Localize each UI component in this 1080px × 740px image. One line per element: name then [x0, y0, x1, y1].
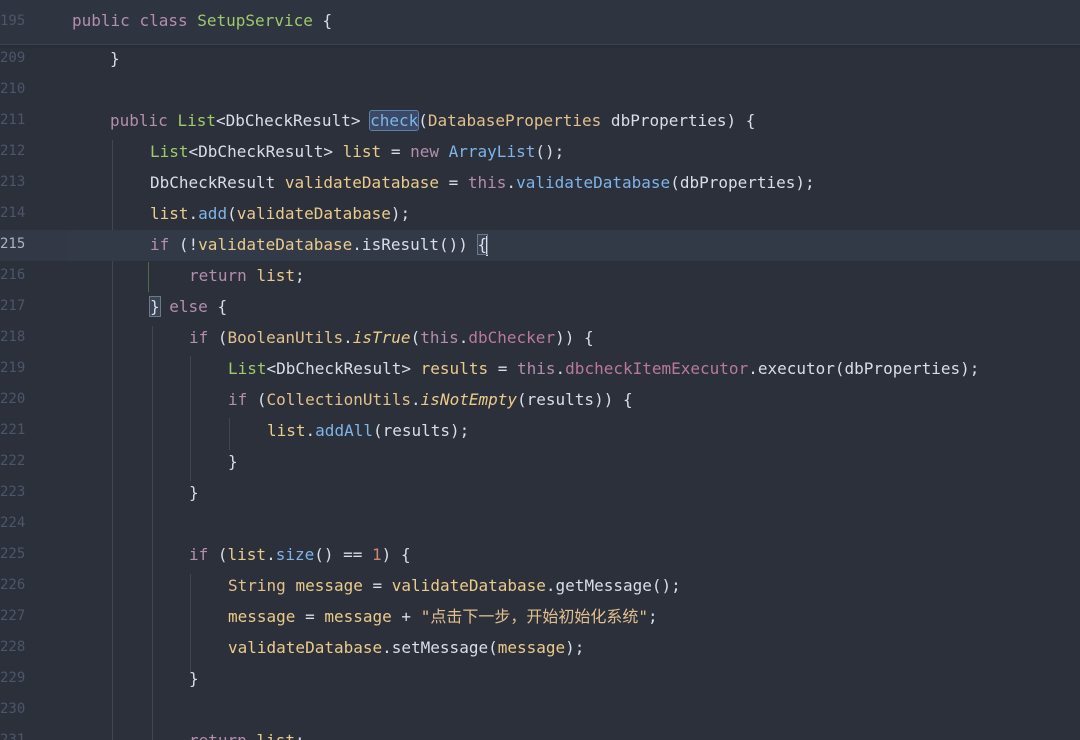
line-number: 227: [0, 608, 26, 624]
line-number: 215: [0, 236, 26, 252]
code-line: public class SetupService {: [72, 11, 333, 30]
line-number: 218: [0, 329, 26, 345]
code-line[interactable]: 226 String message = validateDatabase.ge…: [0, 571, 1080, 602]
code-line[interactable]: 230: [0, 695, 1080, 726]
text-cursor: [486, 235, 489, 256]
code-text: }: [110, 49, 120, 68]
line-number: 221: [0, 422, 26, 438]
line-number: 220: [0, 391, 26, 407]
code-line[interactable]: 221 list.addAll(results);: [0, 416, 1080, 447]
line-number: 225: [0, 546, 26, 562]
code-text: if (!validateDatabase.isResult()) {: [150, 234, 489, 256]
code-text: }: [189, 483, 199, 502]
line-number: 212: [0, 143, 26, 159]
code-text: list.addAll(results);: [267, 421, 470, 440]
line-number: 211: [0, 112, 26, 128]
code-line[interactable]: 210: [0, 75, 1080, 106]
code-text: public List<DbCheckResult> check(Databas…: [110, 110, 756, 131]
code-text: DbCheckResult validateDatabase = this.va…: [150, 173, 815, 192]
code-line[interactable]: 218 if (BooleanUtils.isTrue(this.dbCheck…: [0, 323, 1080, 354]
code-line[interactable]: 211 public List<DbCheckResult> check(Dat…: [0, 106, 1080, 137]
code-text: List<DbCheckResult> results = this.dbche…: [228, 359, 980, 378]
line-number: 214: [0, 205, 26, 221]
line-number: 216: [0, 267, 26, 283]
line-number: 209: [0, 50, 26, 66]
line-number: 230: [0, 701, 26, 717]
code-line[interactable]: 212 List<DbCheckResult> list = new Array…: [0, 137, 1080, 168]
line-number: 228: [0, 639, 26, 655]
code-line-current[interactable]: 215 if (!validateDatabase.isResult()) {: [0, 230, 1080, 261]
line-number: 210: [0, 81, 26, 97]
code-line[interactable]: 222 }: [0, 447, 1080, 478]
line-number: 223: [0, 484, 26, 500]
code-line[interactable]: 229 }: [0, 664, 1080, 695]
code-line[interactable]: 217 } else {: [0, 292, 1080, 323]
code-editor[interactable]: 195 public class SetupService { 209 } 21…: [0, 0, 1080, 740]
code-line[interactable]: 213 DbCheckResult validateDatabase = thi…: [0, 168, 1080, 199]
line-number: 229: [0, 670, 26, 686]
code-text: list.add(validateDatabase);: [150, 204, 411, 223]
line-number: 213: [0, 174, 26, 190]
code-text: }: [228, 452, 238, 471]
code-text: if (BooleanUtils.isTrue(this.dbChecker))…: [189, 328, 594, 347]
code-text: return list;: [189, 266, 305, 285]
code-line[interactable]: 216 return list;: [0, 261, 1080, 292]
line-number: 217: [0, 298, 26, 314]
code-line[interactable]: 220 if (CollectionUtils.isNotEmpty(resul…: [0, 385, 1080, 416]
line-number: 195: [0, 13, 26, 29]
code-line[interactable]: 214 list.add(validateDatabase);: [0, 199, 1080, 230]
line-number: 226: [0, 577, 26, 593]
sticky-scope-header[interactable]: 195 public class SetupService {: [0, 0, 1080, 45]
line-number: 219: [0, 360, 26, 376]
line-number: 231: [0, 732, 26, 740]
code-line[interactable]: 225 if (list.size() == 1) {: [0, 540, 1080, 571]
code-text: message = message + "点击下一步，开始初始化系统";: [228, 607, 658, 626]
code-line[interactable]: 231 return list;: [0, 726, 1080, 740]
code-line[interactable]: 223 }: [0, 478, 1080, 509]
code-text: } else {: [149, 296, 228, 317]
line-number: 224: [0, 515, 26, 531]
code-line[interactable]: 224: [0, 509, 1080, 540]
code-line[interactable]: 219 List<DbCheckResult> results = this.d…: [0, 354, 1080, 385]
line-number: 222: [0, 453, 26, 469]
code-line[interactable]: 228 validateDatabase.setMessage(message)…: [0, 633, 1080, 664]
code-text: validateDatabase.setMessage(message);: [228, 638, 585, 657]
code-text: }: [189, 669, 199, 688]
code-text: return list;: [189, 730, 305, 740]
code-text: if (CollectionUtils.isNotEmpty(results))…: [228, 390, 633, 409]
code-line[interactable]: 227 message = message + "点击下一步，开始初始化系统";: [0, 602, 1080, 633]
code-text: if (list.size() == 1) {: [189, 545, 411, 564]
code-text: String message = validateDatabase.getMes…: [228, 576, 681, 595]
code-text: List<DbCheckResult> list = new ArrayList…: [150, 142, 565, 161]
